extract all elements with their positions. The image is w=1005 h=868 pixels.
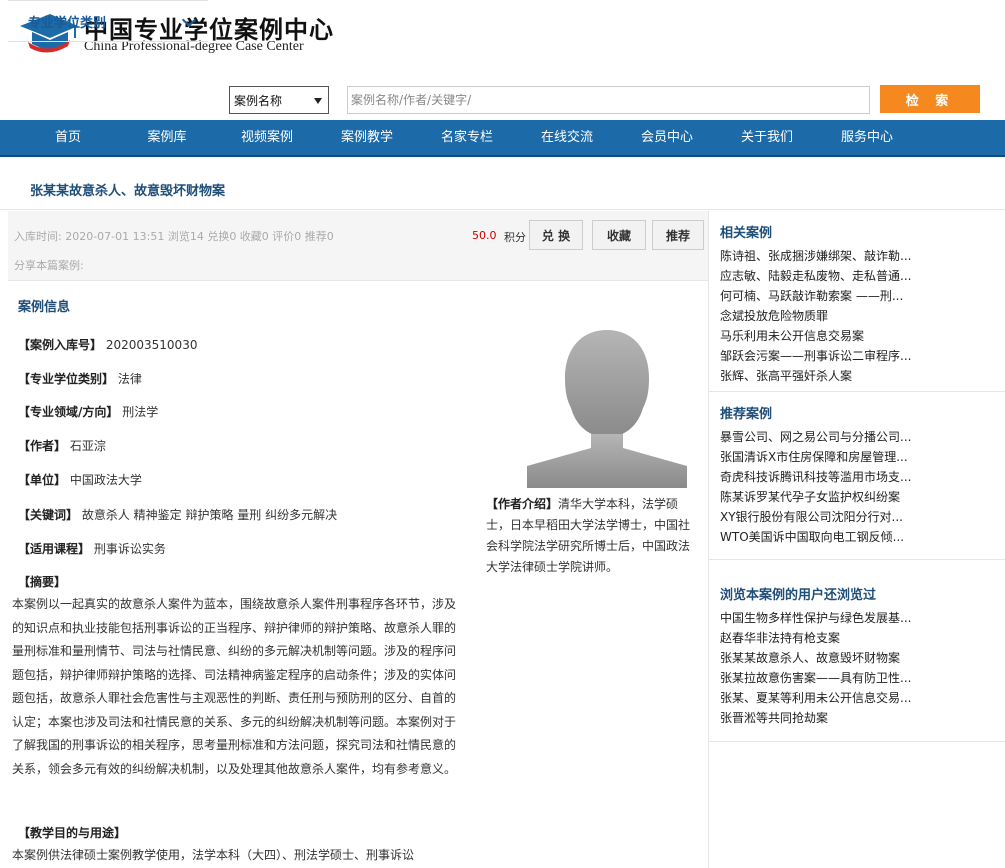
field-value: 202003510030: [105, 338, 198, 352]
field-value: 中国政法大学: [69, 473, 142, 487]
field-value: 法律: [117, 372, 142, 386]
recommended-case-link[interactable]: XY银行股份有限公司沈阳分行对...: [720, 508, 903, 525]
recommend-button[interactable]: 推荐: [652, 220, 704, 250]
related-case-link[interactable]: 念斌投放危险物质罪: [720, 307, 828, 324]
abstract-text: 本案例以一起真实的故意杀人案件为蓝本，围绕故意杀人案件刑事程序各环节，涉及的知识…: [12, 597, 457, 776]
field-value: 刑事诉讼实务: [93, 542, 166, 556]
nav-item-home[interactable]: 首页: [38, 120, 98, 155]
field-keywords: 【关键词】 故意杀人 精神鉴定 辩护策略 量刑 纠纷多元解决: [18, 506, 337, 523]
case-title-bar: 张某某故意杀人、故意毁坏财物案: [0, 158, 1005, 210]
sidebar: 相关案例 陈诗祖、张成捆涉嫌绑架、敲诈勒... 应志敏、陆毅走私废物、走私普通.…: [708, 211, 1005, 868]
field-case-id: 【案例入库号】 202003510030: [18, 336, 197, 353]
sidebar-divider: [709, 741, 1005, 742]
caret-down-icon: [314, 98, 322, 104]
points-label: 积分: [504, 231, 526, 244]
also-viewed-case-link[interactable]: 中国生物多样性保护与绿色发展基...: [720, 609, 911, 626]
favorite-button[interactable]: 收藏: [592, 220, 646, 250]
also-viewed-case-link[interactable]: 张某、夏某等利用未公开信息交易...: [720, 689, 911, 706]
page-title: 张某某故意杀人、故意毁坏财物案: [30, 184, 226, 199]
field-course: 【适用课程】 刑事诉讼实务: [18, 540, 166, 557]
related-case-link[interactable]: 张辉、张高平强奸杀人案: [720, 367, 852, 384]
share-label: 分享本篇案例:: [14, 259, 84, 272]
field-key: 【专业学位类别】: [18, 372, 115, 386]
also-viewed-case-link[interactable]: 张晋淞等共同抢劫案: [720, 709, 828, 726]
exchange-button[interactable]: 兑 换: [529, 220, 583, 250]
also-viewed-case-link[interactable]: 张某某故意杀人、故意毁坏财物案: [720, 649, 900, 666]
author-intro: 【作者介绍】清华大学本科，法学硕士，日本早稻田大学法学博士，中国社会科学院法学研…: [486, 494, 691, 578]
purpose-text: 本案例供法律硕士案例教学使用，法学本科（大四）、刑法学硕士、刑事诉讼: [12, 848, 415, 862]
field-key: 【专业领域/方向】: [18, 405, 119, 419]
field-author: 【作者】 石亚淙: [18, 437, 106, 454]
field-key: 【案例入库号】: [18, 338, 103, 352]
recommended-case-link[interactable]: 奇虎科技诉腾讯科技等滥用市场支...: [720, 468, 911, 485]
nav-item-case-teaching[interactable]: 案例教学: [332, 120, 402, 155]
related-cases-heading: 相关案例: [720, 226, 773, 241]
related-case-link[interactable]: 邹跃会污案——刑事诉讼二审程序...: [720, 347, 911, 364]
related-case-link[interactable]: 应志敏、陆毅走私废物、走私普通...: [720, 267, 911, 284]
also-viewed-case-link[interactable]: 张某拉故意伤害案——具有防卫性...: [720, 669, 911, 686]
field-key: 【关键词】: [18, 508, 79, 522]
nav-item-case-library[interactable]: 案例库: [137, 120, 197, 155]
search-input[interactable]: [347, 86, 870, 114]
nav-item-about-us[interactable]: 关于我们: [732, 120, 802, 155]
search-field-select[interactable]: 案例名称: [229, 86, 329, 114]
purpose-heading: 【教学目的与用途】: [18, 826, 127, 840]
nav-item-member-center[interactable]: 会员中心: [632, 120, 702, 155]
field-unit: 【单位】 中国政法大学: [18, 471, 142, 488]
degree-category-label: 专业学位类别: [28, 15, 107, 31]
author-avatar: [527, 330, 687, 488]
field-key: 【单位】: [18, 473, 67, 487]
nav-item-video-cases[interactable]: 视频案例: [232, 120, 302, 155]
recommended-case-link[interactable]: 张国清诉X市住房保障和房屋管理...: [720, 448, 908, 465]
field-value: 刑法学: [122, 405, 159, 419]
related-case-link[interactable]: 陈诗祖、张成捆涉嫌绑架、敲诈勒...: [720, 247, 911, 264]
also-viewed-case-link[interactable]: 赵春华非法持有枪支案: [720, 629, 840, 646]
case-info-heading: 案例信息: [18, 300, 71, 315]
nav-item-service-center[interactable]: 服务中心: [832, 120, 902, 155]
case-meta-panel: 入库时间: 2020-07-01 13:51 浏览14 兑换0 收藏0 评价0 …: [8, 211, 708, 281]
degree-category-dropdown[interactable]: 专业学位类别: [8, 0, 208, 42]
case-meta-stats: 入库时间: 2020-07-01 13:51 浏览14 兑换0 收藏0 评价0 …: [14, 230, 334, 243]
related-case-link[interactable]: 马乐利用未公开信息交易案: [720, 327, 864, 344]
field-key: 【适用课程】: [18, 542, 91, 556]
field-domain: 【专业领域/方向】 刑法学: [18, 403, 158, 420]
field-value: 故意杀人 精神鉴定 辩护策略 量刑 纠纷多元解决: [81, 508, 338, 522]
also-viewed-heading: 浏览本案例的用户还浏览过: [720, 588, 877, 603]
recommended-case-link[interactable]: 暴雪公司、网之易公司与分播公司...: [720, 428, 911, 445]
recommended-cases-heading: 推荐案例: [720, 407, 773, 422]
recommended-case-link[interactable]: 陈某诉罗某代孕子女监护权纠纷案: [720, 488, 900, 505]
author-intro-key: 【作者介绍】: [486, 497, 559, 511]
search-field-selected: 案例名称: [234, 93, 283, 108]
sidebar-divider: [709, 391, 1005, 392]
field-degree: 【专业学位类别】 法律: [18, 370, 142, 387]
main-nav: 首页 案例库 视频案例 案例教学 名家专栏 在线交流 会员中心 关于我们 服务中…: [0, 120, 1005, 157]
abstract-heading: 【摘要】: [18, 575, 67, 589]
nav-item-expert-column[interactable]: 名家专栏: [432, 120, 502, 155]
sidebar-divider: [709, 559, 1005, 560]
recommended-case-link[interactable]: WTO美国诉中国取向电工钢反倾...: [720, 528, 904, 545]
nav-item-online-exchange[interactable]: 在线交流: [532, 120, 602, 155]
related-case-link[interactable]: 何可楠、马跃敲诈勒索案 ——刑...: [720, 287, 903, 304]
field-value: 石亚淙: [69, 439, 106, 453]
points-value: 50.0: [472, 229, 497, 242]
chevron-down-icon: [181, 12, 197, 28]
field-key: 【作者】: [18, 439, 67, 453]
search-button[interactable]: 检 索: [880, 85, 980, 113]
